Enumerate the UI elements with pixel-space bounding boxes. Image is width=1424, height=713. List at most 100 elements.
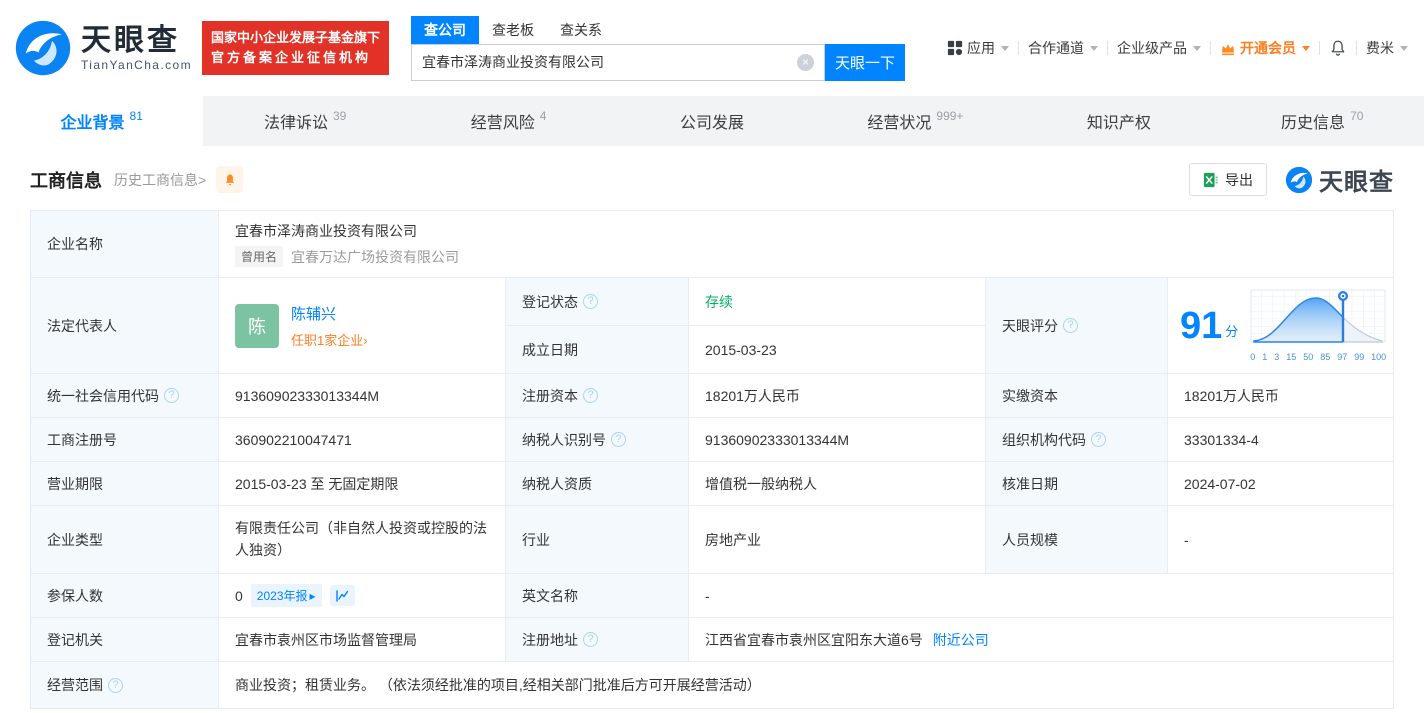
help-icon[interactable]: ?	[583, 388, 598, 403]
section-title: 工商信息	[30, 170, 102, 191]
taxpayer-quality-value: 增值税一般纳税人	[689, 462, 986, 506]
org-code-label: 组织机构代码 ?	[986, 418, 1168, 462]
bell-curve-chart	[1250, 289, 1386, 343]
nav-divider	[1210, 41, 1211, 55]
label-text: 参保人数	[47, 587, 103, 604]
legal-rep-avatar[interactable]: 陈	[235, 303, 279, 348]
tick: 97	[1337, 352, 1348, 362]
legal-rep-label: 法定代表人	[31, 278, 219, 374]
search-button[interactable]: 天眼一下	[825, 43, 905, 81]
nav-divider	[1018, 41, 1019, 55]
nav-partner[interactable]: 合作通道	[1028, 38, 1098, 58]
reg-authority-label: 登记机关	[31, 618, 219, 662]
staff-size-label: 人员规模	[986, 506, 1168, 574]
search-tab-company[interactable]: 查公司	[411, 15, 479, 44]
certification-badge-line1: 国家中小企业发展子基金旗下	[210, 30, 380, 45]
nav-vip[interactable]: 开通会员	[1220, 38, 1310, 58]
help-icon[interactable]: ?	[108, 677, 123, 693]
label-text: 英文名称	[522, 587, 578, 604]
logo-wordmark: 天眼查 TianYanCha.com	[81, 24, 192, 72]
business-scope-label: 经营范围 ?	[31, 662, 219, 708]
nav-enterprise[interactable]: 企业级产品	[1117, 38, 1201, 58]
clear-search-icon[interactable]: ×	[797, 53, 814, 71]
est-date-value: 2015-03-23	[689, 326, 986, 374]
help-icon[interactable]: ?	[1063, 318, 1078, 333]
trend-chart-button[interactable]	[329, 585, 355, 606]
label-text: 人员规模	[1002, 531, 1058, 548]
legal-rep-name-link[interactable]: 陈辅兴	[291, 303, 368, 324]
label-text: 登记机关	[47, 631, 103, 648]
tab-legal-litigation[interactable]: 法律诉讼 39	[203, 96, 406, 146]
tianyancha-watermark: 天眼查	[1285, 162, 1394, 197]
nav-enterprise-label: 企业级产品	[1117, 40, 1187, 56]
chevron-down-icon	[1090, 45, 1098, 51]
help-icon[interactable]: ?	[611, 432, 626, 447]
tab-company-development[interactable]: 公司发展	[610, 96, 813, 146]
company-name-label: 企业名称	[31, 211, 219, 278]
help-icon[interactable]: ?	[583, 294, 598, 309]
tab-count: 999+	[936, 109, 964, 123]
export-label: 导出	[1225, 171, 1253, 188]
industry-label: 行业	[506, 506, 689, 574]
annual-report-label: 2023年报	[256, 589, 308, 603]
nav-notifications[interactable]	[1329, 39, 1347, 57]
tab-count: 4	[539, 109, 547, 123]
crown-icon	[1222, 43, 1234, 55]
help-icon[interactable]: ?	[1091, 432, 1106, 447]
nearby-companies-link[interactable]: 附近公司	[933, 630, 989, 650]
help-icon[interactable]: ?	[164, 388, 179, 403]
page-tab-bar: 企业背景 81 法律诉讼 39 经营风险 4 公司发展 经营状况 999+ 知识…	[0, 96, 1424, 146]
insured-count-label: 参保人数	[31, 574, 219, 618]
score-value: 91 分 0 1 3 15 50 85 97 99 100	[1168, 278, 1393, 374]
nav-user[interactable]: 费米	[1366, 38, 1408, 58]
taxpayer-id-value: 91360902333013344M	[689, 418, 986, 462]
tick: 85	[1320, 352, 1331, 362]
export-button[interactable]: 导出	[1189, 163, 1267, 196]
tab-operation-risk[interactable]: 经营风险 4	[407, 96, 610, 146]
line-chart-icon	[336, 589, 349, 602]
history-business-info-link[interactable]: 历史工商信息>	[114, 170, 206, 190]
tab-label: 经营风险	[470, 115, 535, 132]
search-tab-relation[interactable]: 查关系	[547, 16, 615, 44]
search-tab-boss[interactable]: 查老板	[479, 16, 547, 44]
monitor-bell-button[interactable]	[216, 166, 244, 193]
nav-partner-label: 合作通道	[1028, 40, 1084, 56]
label-text: 核准日期	[1002, 475, 1058, 492]
tab-company-background[interactable]: 企业背景 81	[0, 96, 204, 146]
tab-intellectual-property[interactable]: 知识产权	[1017, 96, 1220, 146]
nav-divider	[1356, 41, 1357, 55]
label-text: 营业期限	[47, 475, 103, 492]
company-name: 宜春市泽涛商业投资有限公司	[235, 223, 417, 239]
org-code-value: 33301334-4	[1168, 418, 1393, 462]
taxpayer-id-label: 纳税人识别号 ?	[506, 418, 689, 462]
chevron-down-icon	[1193, 45, 1201, 51]
tab-label: 知识产权	[1086, 115, 1151, 132]
label-text: 法定代表人	[47, 317, 117, 334]
tianyancha-logo-icon	[15, 20, 71, 76]
reg-authority-value: 宜春市袁州区市场监督管理局	[219, 618, 506, 662]
label-text: 登记状态	[522, 293, 578, 310]
search-input[interactable]	[422, 54, 797, 70]
label-text: 行业	[522, 531, 550, 548]
score-number: 91	[1180, 304, 1223, 347]
tianyancha-logo[interactable]: 天眼查 TianYanCha.com	[14, 19, 192, 77]
nav-user-label: 费米	[1366, 40, 1394, 56]
tab-history-info[interactable]: 历史信息 70	[1221, 96, 1424, 146]
reg-address-label: 注册地址 ?	[506, 618, 689, 662]
reg-address-value: 江西省宜春市袁州区宜阳东大道6号 附近公司	[689, 618, 1393, 662]
tab-count: 70	[1350, 109, 1364, 123]
nav-apps[interactable]: 应用	[947, 38, 1009, 58]
help-icon[interactable]: ?	[583, 632, 598, 647]
tick: 1	[1262, 352, 1268, 362]
tab-label: 法律诉讼	[263, 115, 328, 132]
chevron-down-icon	[1001, 45, 1009, 51]
annual-report-link[interactable]: 2023年报 ▸	[250, 584, 322, 607]
legal-rep-employment-link[interactable]: 任职1家企业›	[291, 330, 368, 349]
chevron-down-icon	[1400, 45, 1408, 51]
label-text: 注册资本	[522, 387, 578, 404]
label-text: 天眼评分	[1002, 317, 1058, 334]
industry-value: 房地产业	[689, 506, 986, 574]
label-text: 实缴资本	[1002, 387, 1058, 404]
tab-operation-status[interactable]: 经营状况 999+	[814, 96, 1017, 146]
logo-name: 天眼查	[81, 24, 180, 57]
